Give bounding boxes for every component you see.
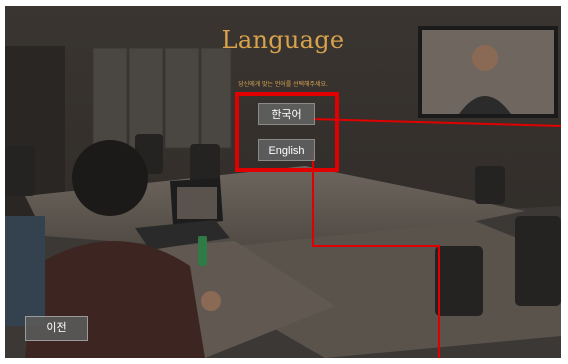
language-button-english[interactable]: English [258,139,315,161]
language-screen: Language 당신에게 맞는 언어를 선택해주세요. 한국어 English… [5,6,561,358]
background-photo [5,6,561,358]
page-subtitle: 당신에게 맞는 언어를 선택해주세요. [238,82,328,88]
back-button[interactable]: 이전 [25,316,88,341]
person-head [72,140,148,216]
language-button-korean[interactable]: 한국어 [258,103,315,125]
page-title: Language [221,26,345,54]
